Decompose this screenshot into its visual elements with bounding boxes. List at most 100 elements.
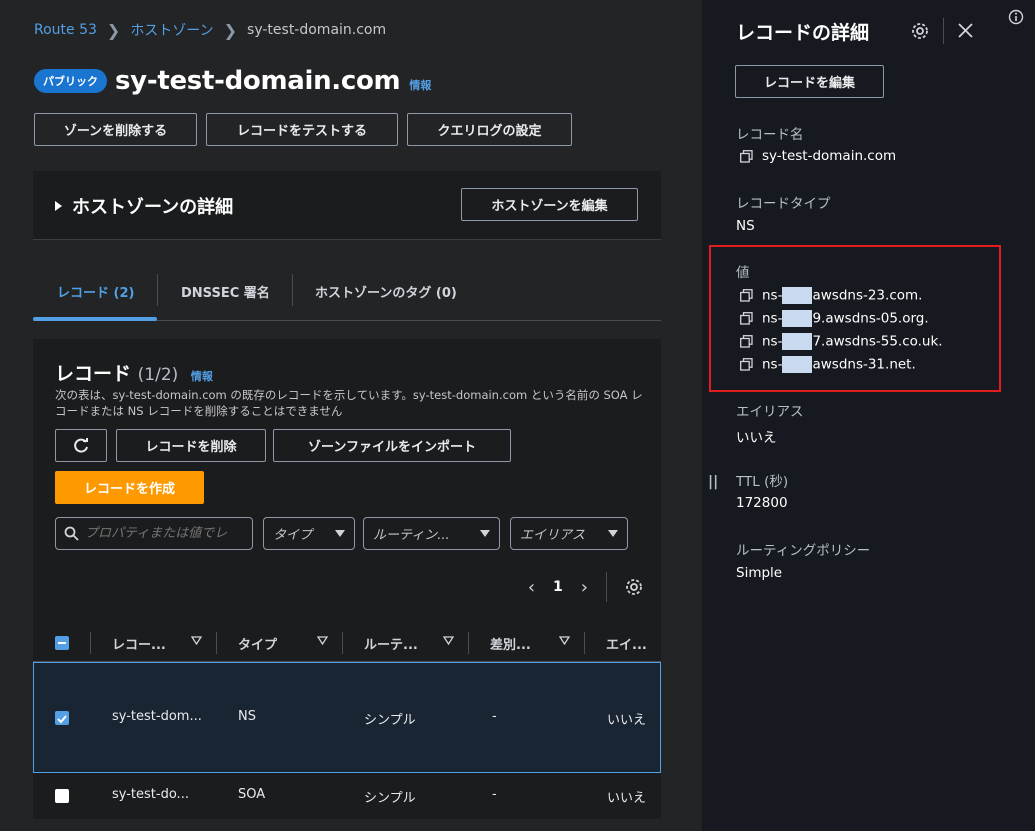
column-divider [216,632,217,654]
record-details-title: レコードの詳細 [736,22,870,44]
delete-zone-button[interactable]: ゾーンを削除する [34,113,197,146]
test-record-button[interactable]: レコードをテストする [206,113,398,146]
query-log-button[interactable]: クエリログの設定 [407,113,572,146]
table-row[interactable]: sy-test-do... SOA シンプル - いいえ [33,775,661,819]
column-header-routing[interactable]: ルーテ... [364,634,418,653]
alias-value: いいえ [736,430,777,446]
column-header-diff[interactable]: 差別... [490,634,531,653]
sort-icon[interactable] [559,636,570,645]
gear-icon[interactable] [625,578,643,596]
breadcrumb-hosted-zones[interactable]: ホストゾーン [130,20,213,40]
info-circle-icon[interactable] [1008,9,1024,25]
records-count: (1/2) [137,365,179,385]
column-divider [584,632,585,654]
ns-value-row: ns- 7.awsdns-55.co.uk. [740,333,943,350]
edit-hosted-zone-button[interactable]: ホストゾーンを編集 [461,188,638,221]
column-divider [90,632,91,654]
routing-filter[interactable]: ルーティン... [363,517,500,550]
public-badge: パブリック [34,69,107,93]
record-routing: シンプル [364,713,416,728]
chevron-right-icon[interactable]: › [581,577,588,598]
minus-icon [58,642,66,644]
import-zone-file-button[interactable]: ゾーンファイルをインポート [273,429,511,462]
ns-value: ns- 7.awsdns-55.co.uk. [762,333,943,350]
redacted-block [782,356,813,373]
sort-icon[interactable] [317,636,328,645]
row-checkbox[interactable] [55,711,69,725]
caret-down-icon [480,530,490,537]
sort-icon[interactable] [191,636,202,645]
create-record-button[interactable]: レコードを作成 [55,471,204,504]
copy-icon[interactable] [740,289,753,302]
record-name-value: sy-test-domain.com [762,148,897,164]
table-row[interactable]: sy-test-dom... NS シンプル - いいえ [33,662,661,773]
routing-filter-label: ルーティン... [373,528,450,543]
refresh-button[interactable] [55,429,107,462]
redacted-block [782,310,813,327]
record-alias: いいえ [607,791,647,806]
value-label: 値 [736,265,750,281]
copy-icon[interactable] [740,149,753,163]
column-header-name[interactable]: レコー... [112,634,166,653]
tab-divider [157,274,158,306]
records-panel: レコード (1/2) 情報 次の表は、sy-test-domain.com の既… [33,339,661,819]
page-number[interactable]: 1 [553,579,563,595]
column-header-alias[interactable]: エイ... [606,634,647,653]
alias-label: エイリアス [736,404,804,420]
breadcrumb: Route 53 ❯ ホストゾーン ❯ sy-test-domain.com [34,20,386,40]
record-name[interactable]: sy-test-do... [112,787,189,802]
hosted-zone-details-toggle[interactable]: ホストゾーンの詳細 [55,193,233,219]
caret-down-icon [608,530,618,537]
ns-value-row: ns- 9.awsdns-05.org. [740,310,929,327]
sort-icon[interactable] [443,636,454,645]
alias-filter[interactable]: エイリアス [510,517,628,550]
copy-icon[interactable] [740,358,753,371]
info-link[interactable]: 情報 [409,77,431,93]
caret-right-icon [55,201,62,211]
routing-policy-value: Simple [736,565,783,581]
ns-prefix: ns- [762,287,783,304]
record-type-label: レコードタイプ [736,196,831,212]
ns-suffix: awsdns-31.net. [812,356,916,373]
copy-icon[interactable] [740,312,753,325]
close-icon[interactable] [958,23,973,38]
record-type: NS [238,709,256,724]
ns-suffix: awsdns-23.com. [812,287,923,304]
ns-suffix: 9.awsdns-05.org. [812,310,929,327]
delete-record-button[interactable]: レコードを削除 [116,429,266,462]
breadcrumb-current: sy-test-domain.com [247,22,387,38]
check-icon [57,715,67,724]
header-divider [943,18,944,44]
chevron-left-icon[interactable]: ‹ [528,577,535,598]
row-checkbox[interactable] [55,789,69,803]
tab-tags[interactable]: ホストゾーンのタグ (0) [315,282,457,301]
resize-handle[interactable]: || [708,474,718,490]
redacted-block [782,287,813,304]
type-filter[interactable]: タイプ [263,517,355,550]
gear-icon[interactable] [911,22,929,40]
tab-records[interactable]: レコード (2) [57,282,134,301]
ns-value-row: ns-awsdns-23.com. [740,287,922,304]
tab-divider [292,274,293,306]
column-header-type[interactable]: タイプ [238,634,277,653]
hosted-zone-details-title: ホストゾーンの詳細 [72,197,234,218]
search-box[interactable] [55,517,253,550]
ns-prefix: ns- [762,333,783,350]
records-title: レコード (1/2) 情報 [55,359,213,386]
edit-record-button[interactable]: レコードを編集 [735,65,884,98]
record-name[interactable]: sy-test-dom... [112,709,202,724]
column-divider [468,632,469,654]
record-diff: - [492,787,497,802]
select-all-checkbox[interactable] [55,636,69,650]
chevron-right-icon: ❯ [223,20,238,40]
breadcrumb-route53[interactable]: Route 53 [34,22,97,38]
records-description: 次の表は、sy-test-domain.com の既存のレコードを示しています。… [55,388,643,418]
hosted-zone-details-panel: ホストゾーンの詳細 ホストゾーンを編集 [33,171,661,240]
tab-dnssec[interactable]: DNSSEC 署名 [181,282,270,301]
search-input[interactable] [85,526,245,541]
records-info-link[interactable]: 情報 [191,370,213,383]
copy-icon[interactable] [740,335,753,348]
record-type-value: NS [736,218,755,234]
record-routing: シンプル [364,791,416,806]
page-header: パブリック sy-test-domain.com 情報 [34,66,431,96]
